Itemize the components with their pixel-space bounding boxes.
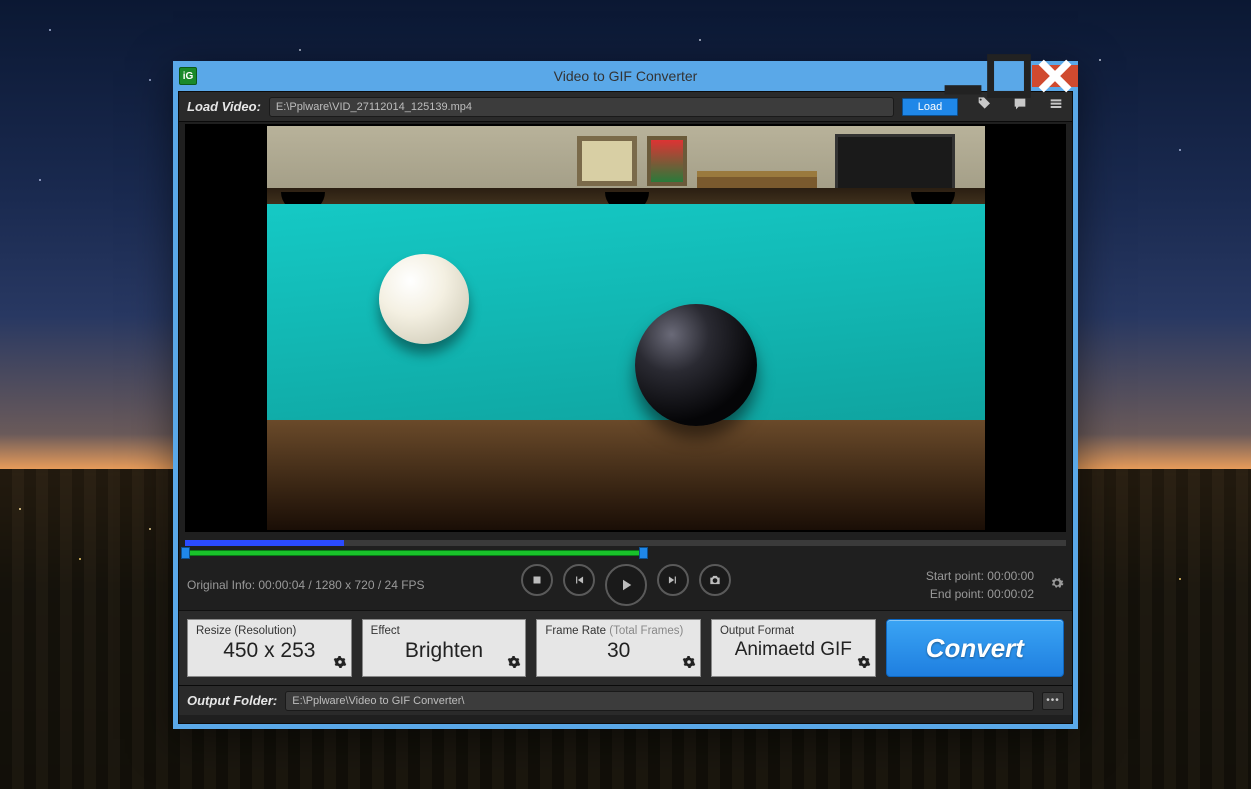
timeline-progress <box>185 540 344 546</box>
resize-title: Resize (Resolution) <box>196 625 343 637</box>
load-bar: Load Video: Load <box>179 92 1072 122</box>
effect-title: Effect <box>371 625 518 637</box>
video-frame <box>267 126 985 530</box>
load-button[interactable]: Load <box>902 98 958 116</box>
resize-value: 450 x 253 <box>196 639 343 663</box>
client-area: Load Video: Load <box>178 91 1073 724</box>
settings-row: Resize (Resolution) 450 x 253 Effect Bri… <box>179 610 1072 685</box>
selection-range <box>185 550 643 556</box>
end-point-text: End point: 00:00:02 <box>926 585 1034 603</box>
framerate-value: 30 <box>545 639 692 663</box>
gear-icon[interactable] <box>682 655 696 674</box>
effect-value: Brighten <box>371 639 518 663</box>
range-settings-icon[interactable] <box>1050 576 1064 595</box>
output-folder-label: Output Folder: <box>187 693 277 708</box>
gear-icon[interactable] <box>857 655 871 674</box>
range-points: Start point: 00:00:00 End point: 00:00:0… <box>926 567 1034 603</box>
prev-frame-button[interactable] <box>563 564 595 596</box>
format-value: Animaetd GIF <box>720 639 867 661</box>
framerate-title: Frame Rate (Total Frames) <box>545 625 692 637</box>
playback-controls: Original Info: 00:00:04 / 1280 x 720 / 2… <box>179 560 1072 610</box>
app-icon: iG <box>179 67 197 85</box>
close-button[interactable] <box>1032 65 1078 87</box>
range-start-handle[interactable] <box>181 547 190 559</box>
video-path-input[interactable] <box>269 97 894 117</box>
gear-icon[interactable] <box>333 655 347 674</box>
resize-card[interactable]: Resize (Resolution) 450 x 253 <box>187 619 352 677</box>
load-video-label: Load Video: <box>187 99 261 114</box>
minimize-button[interactable] <box>940 65 986 87</box>
convert-button[interactable]: Convert <box>886 619 1064 677</box>
play-button[interactable] <box>605 564 647 606</box>
effect-card[interactable]: Effect Brighten <box>362 619 527 677</box>
timeline[interactable] <box>185 538 1066 560</box>
framerate-card[interactable]: Frame Rate (Total Frames) 30 <box>536 619 701 677</box>
format-title: Output Format <box>720 625 867 637</box>
titlebar[interactable]: iG Video to GIF Converter <box>173 61 1078 91</box>
snapshot-button[interactable] <box>699 564 731 596</box>
browse-button[interactable]: ••• <box>1042 692 1064 710</box>
gear-icon[interactable] <box>507 655 521 674</box>
comment-icon[interactable] <box>1012 96 1028 117</box>
start-point-text: Start point: 00:00:00 <box>926 567 1034 585</box>
output-bar: Output Folder: ••• <box>179 685 1072 715</box>
video-preview[interactable] <box>185 124 1066 532</box>
list-icon[interactable] <box>1048 96 1064 117</box>
next-frame-button[interactable] <box>657 564 689 596</box>
maximize-button[interactable] <box>986 65 1032 87</box>
format-card[interactable]: Output Format Animaetd GIF <box>711 619 876 677</box>
range-end-handle[interactable] <box>639 547 648 559</box>
window-controls <box>940 65 1078 87</box>
original-info: Original Info: 00:00:04 / 1280 x 720 / 2… <box>187 578 425 592</box>
tag-icon[interactable] <box>976 96 992 117</box>
stop-button[interactable] <box>521 564 553 596</box>
output-folder-input[interactable] <box>285 691 1034 711</box>
app-window: iG Video to GIF Converter Load Video: Lo… <box>173 61 1078 729</box>
